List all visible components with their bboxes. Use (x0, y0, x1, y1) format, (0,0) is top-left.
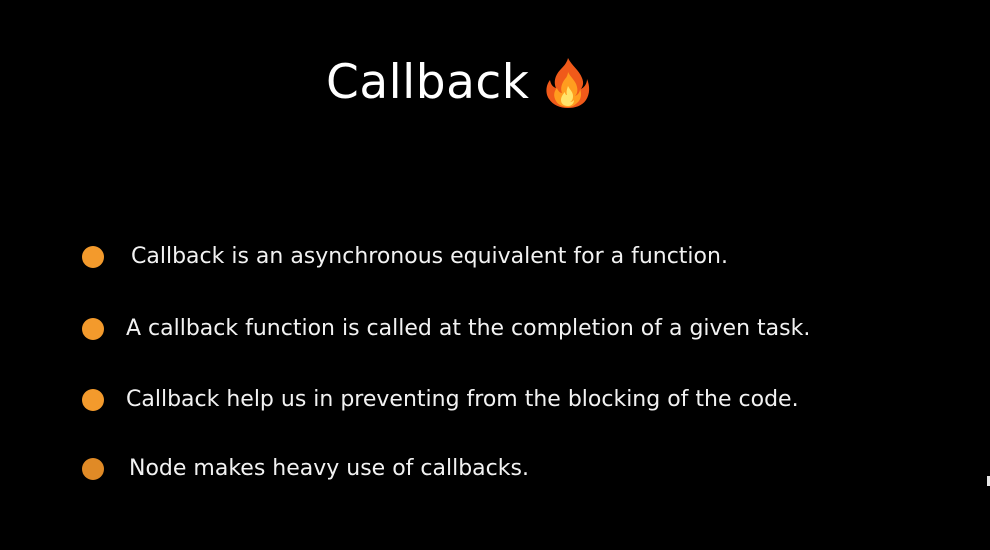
bullet-dot (82, 318, 104, 340)
fire-icon (545, 56, 591, 108)
bullet-dot (82, 389, 104, 411)
slide-title: Callback (326, 54, 530, 110)
title-row: Callback (326, 50, 591, 114)
bullet-text: A callback function is called at the com… (126, 316, 811, 341)
bullet-text: Callback help us in preventing from the … (126, 387, 799, 412)
bullet-text: Node makes heavy use of callbacks. (129, 456, 529, 481)
slide: Callback Callback is an asynchronous equ… (0, 0, 990, 550)
bullet-dot (82, 246, 104, 268)
bullet-text: Callback is an asynchronous equivalent f… (131, 244, 728, 269)
bullet-dot (82, 458, 104, 480)
